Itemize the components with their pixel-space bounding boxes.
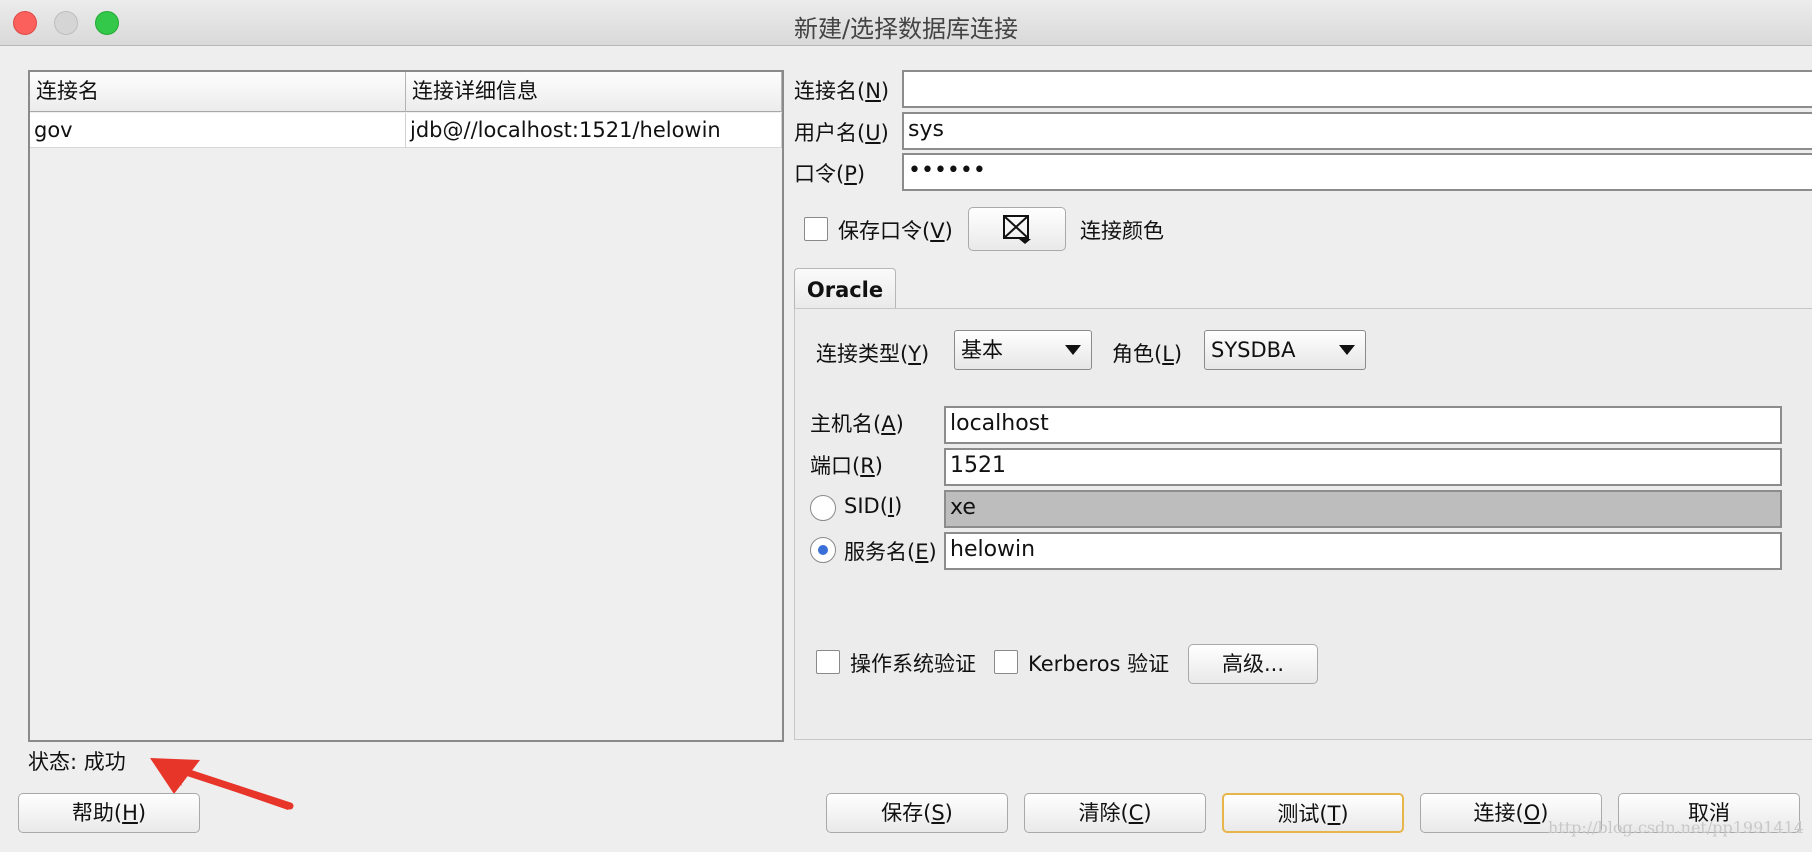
table-row[interactable]: gov jdb@//localhost:1521/helowin [30,113,782,148]
clear-button[interactable]: 清除(C) [1024,793,1206,833]
save-password-checkbox[interactable] [804,217,828,241]
test-button[interactable]: 测试(T) [1222,793,1404,833]
column-header-detail[interactable]: 连接详细信息 [406,72,782,112]
service-name-radio[interactable] [810,537,836,563]
save-button[interactable]: 保存(S) [826,793,1008,833]
port-label: 端口(R) [810,454,883,478]
sid-radio[interactable] [810,495,836,521]
window-title: 新建/选择数据库连接 [793,15,1019,43]
table-header: 连接名 连接详细信息 [30,72,782,112]
role-select[interactable]: SYSDBA [1204,330,1366,370]
service-name-label: 服务名(E) [844,540,937,564]
color-picker-icon [1003,215,1031,244]
hostname-label: 主机名(A) [810,412,904,436]
connection-name-input[interactable] [902,70,1812,108]
username-input[interactable]: sys [902,112,1812,150]
connection-table: 连接名 连接详细信息 gov jdb@//localhost:1521/helo… [28,70,784,742]
row-connection-name: gov [30,113,406,148]
os-auth-label: 操作系统验证 [850,652,976,676]
os-auth-checkbox[interactable] [816,650,840,674]
chevron-down-icon [1065,345,1081,355]
role-value: SYSDBA [1211,338,1296,362]
help-button[interactable]: 帮助(H) [18,793,200,833]
save-password-label: 保存口令(V) [838,219,953,243]
password-input[interactable]: •••••• [902,153,1812,191]
connection-type-select[interactable]: 基本 [954,330,1092,370]
connection-name-label: 连接名(N) [794,79,890,103]
watermark-text: http://blog.csdn.net/pp1991414 [1547,818,1804,837]
connection-type-label: 连接类型(Y) [816,342,930,366]
status-text: 状态: 成功 [28,750,126,774]
chevron-down-icon [1339,345,1355,355]
role-label: 角色(L) [1112,342,1183,366]
sid-input[interactable]: xe [944,490,1782,528]
connection-type-value: 基本 [961,338,1003,362]
column-header-name[interactable]: 连接名 [30,72,406,112]
tab-oracle[interactable]: Oracle [794,268,896,310]
service-name-input[interactable]: helowin [944,532,1782,570]
title-bar: 新建/选择数据库连接 [0,0,1812,46]
username-label: 用户名(U) [794,121,889,145]
kerberos-checkbox[interactable] [994,650,1018,674]
connection-color-button[interactable] [968,207,1066,251]
port-input[interactable]: 1521 [944,448,1782,486]
advanced-button[interactable]: 高级... [1188,644,1318,684]
kerberos-label: Kerberos 验证 [1028,652,1170,676]
connection-color-label: 连接颜色 [1080,219,1164,243]
row-connection-detail: jdb@//localhost:1521/helowin [406,113,782,148]
password-label: 口令(P) [794,162,866,186]
sid-label: SID(I) [844,494,903,518]
hostname-input[interactable]: localhost [944,406,1782,444]
